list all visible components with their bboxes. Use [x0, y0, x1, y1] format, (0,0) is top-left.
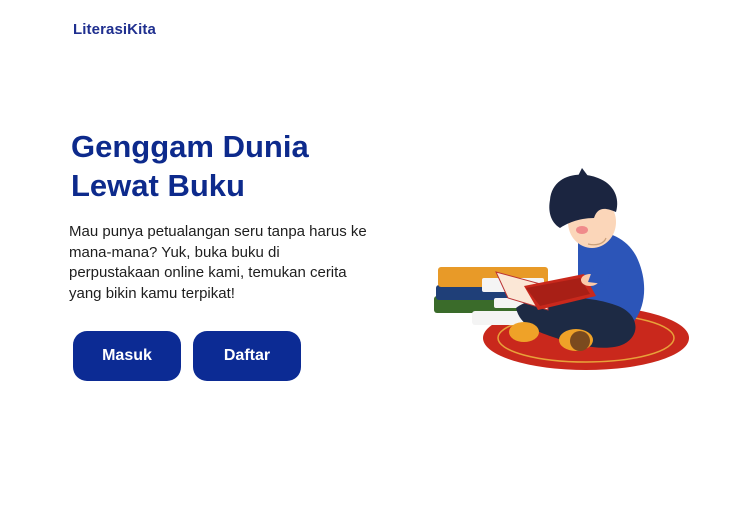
hero-title-line-1: Genggam Dunia	[71, 129, 309, 164]
hero-description: Mau punya petualangan seru tanpa harus k…	[69, 223, 367, 302]
register-button[interactable]: Daftar	[193, 331, 301, 381]
brand-logo[interactable]: LiterasiKita	[73, 21, 156, 38]
child-reading-books-illustration	[434, 168, 689, 370]
shoe-left	[509, 322, 539, 342]
login-button[interactable]: Masuk	[73, 331, 181, 381]
hero-title: Genggam Dunia Lewat Buku	[71, 127, 391, 205]
hero-title-line-2: Lewat Buku	[71, 168, 245, 203]
